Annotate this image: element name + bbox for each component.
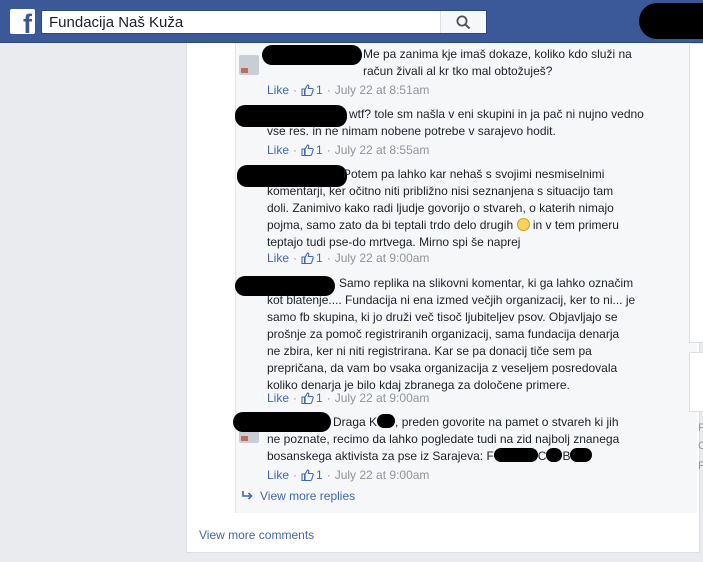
right-sidebar-text: F [698,422,703,434]
reply-arrow-icon [242,491,253,500]
reply-text: Potem pa lahko kar nehaš s svojimi nesmi… [343,167,605,181]
redacted-name [493,448,538,462]
right-sidebar-text: F [698,460,703,472]
right-sidebar-text: C [698,440,703,452]
reply-text: Draga K, preden govorite na pamet o stva… [333,414,619,429]
timestamp[interactable]: July 22 at 8:51am [335,83,430,97]
redacted-author-name[interactable] [262,45,362,65]
reply-text-continued: ne poznate, recimo da lahko pogledate tu… [267,432,620,463]
facebook-logo[interactable]: f [10,9,35,34]
reply-actions: Like · 1 · July 22 at 9:00am [267,391,430,405]
like-count[interactable]: 1 [316,83,323,97]
timestamp[interactable]: July 22 at 8:55am [335,143,430,157]
like-count[interactable]: 1 [316,391,323,405]
redacted-profile [639,3,703,39]
like-link[interactable]: Like [267,143,289,157]
view-more-comments-link[interactable]: View more comments [199,528,314,542]
reply-actions: Like · 1 · July 22 at 8:51am [267,83,430,97]
thumbs-up-icon [301,144,314,156]
like-link[interactable]: Like [267,391,289,405]
reply-text-continued: komentarji, ker očitno niti približno ni… [267,184,619,249]
reply-text: wtf? tole sm našla v eni skupini in ja p… [349,107,644,121]
redacted-author-name[interactable] [233,412,331,432]
timestamp[interactable]: July 22 at 9:00am [335,391,430,405]
like-link[interactable]: Like [267,251,289,265]
like-link[interactable]: Like [267,468,289,482]
timestamp[interactable]: July 22 at 9:00am [335,251,430,265]
reply-text-continued: vse res. in ne nimam nobene potrebe v sa… [267,124,556,138]
like-link[interactable]: Like [267,83,289,97]
avatar[interactable] [239,55,259,75]
post-card: Me pa zanima kje imaš dokaze, koliko kdo… [186,43,700,553]
like-count[interactable]: 1 [316,468,323,482]
thumbs-up-icon [301,469,314,481]
reply-actions: Like · 1 · July 22 at 9:00am [267,468,430,482]
top-bar: f [0,0,703,43]
like-count[interactable]: 1 [316,143,323,157]
search-icon [456,15,471,29]
redacted-name [546,448,563,462]
search-input[interactable] [42,11,440,33]
thumbs-up-icon [301,84,314,96]
grin-emoji-icon [516,218,530,231]
reply-actions: Like · 1 · July 22 at 9:00am [267,251,430,265]
reply-text: Samo replika na slikovni komentar, ki ga… [339,276,634,290]
reply-text: Me pa zanima kje imaš dokaze, koliko kdo… [363,47,632,78]
thumbs-up-icon [301,392,314,404]
thumbs-up-icon [301,252,314,264]
redacted-name [377,414,396,428]
search-button[interactable] [440,11,486,33]
like-count[interactable]: 1 [316,251,323,265]
reply-actions: Like · 1 · July 22 at 8:55am [267,143,430,157]
right-sidebar-card [689,43,703,343]
redacted-name [570,448,593,462]
view-more-replies-link[interactable]: View more replies [241,489,355,503]
timestamp[interactable]: July 22 at 9:00am [335,468,430,482]
right-sidebar-card [689,352,703,412]
reply-text-continued: kot blatenje.... Fundacija ni ena izmed … [267,293,636,392]
search-box [41,10,487,34]
